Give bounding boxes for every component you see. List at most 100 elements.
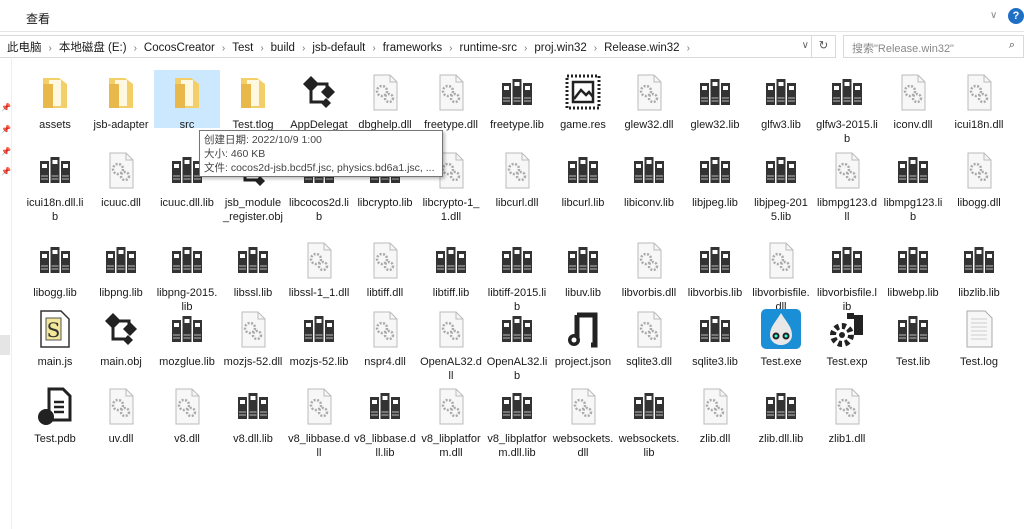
- file-item[interactable]: uv.dll: [90, 386, 152, 446]
- file-item[interactable]: src: [154, 70, 220, 132]
- navigation-pane[interactable]: 📌 📌 📌 📌: [0, 59, 12, 529]
- file-item[interactable]: mozglue.lib: [156, 309, 218, 369]
- breadcrumb-item[interactable]: jsb-default: [309, 42, 368, 54]
- file-name: glfw3.lib: [761, 119, 801, 131]
- breadcrumb-item[interactable]: CocosCreator: [141, 42, 218, 54]
- file-item[interactable]: libcurl.lib: [552, 150, 614, 210]
- file-item[interactable]: project.json: [552, 309, 614, 369]
- file-item[interactable]: game.res: [552, 72, 614, 132]
- file-item[interactable]: v8.dll.lib: [222, 386, 284, 446]
- breadcrumb-separator[interactable]: ›: [218, 43, 229, 54]
- file-item[interactable]: freetype.lib: [486, 72, 548, 132]
- file-item[interactable]: v8_libplatform.dll.lib: [486, 386, 548, 460]
- file-item[interactable]: libpng.lib: [90, 240, 152, 300]
- file-item[interactable]: icui18n.dll: [948, 72, 1010, 132]
- file-item[interactable]: zlib1.dll: [816, 386, 878, 446]
- file-item[interactable]: dbghelp.dll: [354, 72, 416, 132]
- breadcrumb-separator[interactable]: ›: [256, 43, 267, 54]
- file-item[interactable]: glew32.lib: [684, 72, 746, 132]
- breadcrumb-separator[interactable]: ›: [683, 43, 694, 54]
- file-item[interactable]: mozjs-52.lib: [288, 309, 350, 369]
- file-item[interactable]: icui18n.dll.lib: [24, 150, 86, 224]
- breadcrumb-separator[interactable]: ›: [45, 43, 56, 54]
- file-item[interactable]: v8_libbase.dll: [288, 386, 350, 460]
- refresh-button[interactable]: ↻: [811, 36, 835, 57]
- breadcrumb-item[interactable]: 此电脑: [4, 42, 45, 54]
- file-item[interactable]: libtiff-2015.lib: [486, 240, 548, 314]
- file-item[interactable]: libuv.lib: [552, 240, 614, 300]
- file-item[interactable]: libcurl.dll: [486, 150, 548, 210]
- file-item[interactable]: assets: [24, 72, 86, 132]
- breadcrumb-separator[interactable]: ›: [445, 43, 456, 54]
- breadcrumb-item[interactable]: 本地磁盘 (E:): [56, 42, 130, 54]
- file-item[interactable]: libssl.lib: [222, 240, 284, 300]
- file-item[interactable]: iconv.dll: [882, 72, 944, 132]
- breadcrumb-item[interactable]: Release.win32: [601, 42, 682, 54]
- file-item[interactable]: Test.lib: [882, 309, 944, 369]
- breadcrumb-item[interactable]: build: [268, 42, 298, 54]
- breadcrumb-separator[interactable]: ›: [298, 43, 309, 54]
- file-item[interactable]: Test.pdb: [24, 386, 86, 446]
- file-item[interactable]: zlib.dll.lib: [750, 386, 812, 446]
- file-item[interactable]: libvorbisfile.dll: [750, 240, 812, 314]
- file-item[interactable]: Test.log: [948, 309, 1010, 369]
- file-item[interactable]: libwebp.lib: [882, 240, 944, 300]
- file-item[interactable]: jsb-adapter: [90, 72, 152, 132]
- file-item[interactable]: libvorbisfile.lib: [816, 240, 878, 314]
- file-name: OpenAL32.lib: [486, 356, 548, 382]
- file-item[interactable]: websockets.dll: [552, 386, 614, 460]
- file-item[interactable]: libvorbis.dll: [618, 240, 680, 300]
- file-item[interactable]: sqlite3.dll: [618, 309, 680, 369]
- file-item[interactable]: Test.exp: [816, 309, 878, 369]
- file-item[interactable]: Smain.js: [24, 309, 86, 369]
- breadcrumb-separator[interactable]: ›: [368, 43, 379, 54]
- file-item[interactable]: libogg.dll: [948, 150, 1010, 210]
- address-bar[interactable]: 此电脑 › 本地磁盘 (E:) › CocosCreator › Test › build › js…: [0, 35, 836, 58]
- file-item[interactable]: OpenAL32.lib: [486, 309, 548, 383]
- file-item[interactable]: glfw3.lib: [750, 72, 812, 132]
- file-item[interactable]: icuuc.dll: [90, 150, 152, 210]
- help-icon[interactable]: ?: [1008, 8, 1024, 24]
- file-item[interactable]: glew32.dll: [618, 72, 680, 132]
- file-name: libcrypto.lib: [357, 197, 413, 209]
- file-item[interactable]: v8.dll: [156, 386, 218, 446]
- file-item[interactable]: nspr4.dll: [354, 309, 416, 369]
- breadcrumb-item[interactable]: runtime-src: [457, 42, 521, 54]
- file-item[interactable]: libvorbis.lib: [684, 240, 746, 300]
- file-item[interactable]: Test.tlog: [222, 72, 284, 132]
- file-item[interactable]: libjpeg-2015.lib: [750, 150, 812, 224]
- file-item[interactable]: libogg.lib: [24, 240, 86, 300]
- file-item[interactable]: libiconv.lib: [618, 150, 680, 210]
- file-item[interactable]: libtiff.dll: [354, 240, 416, 300]
- breadcrumb-item[interactable]: Test: [229, 42, 256, 54]
- breadcrumb-item[interactable]: frameworks: [380, 42, 445, 54]
- breadcrumb-separator[interactable]: ›: [130, 43, 141, 54]
- file-item[interactable]: libjpeg.lib: [684, 150, 746, 210]
- expand-ribbon-icon[interactable]: ∨: [990, 10, 997, 21]
- tab-view[interactable]: 查看: [26, 10, 50, 27]
- breadcrumb-item[interactable]: proj.win32: [531, 42, 589, 54]
- file-item[interactable]: glfw3-2015.lib: [816, 72, 878, 146]
- search-input[interactable]: 搜索"Release.win32" ⌕: [843, 35, 1024, 58]
- file-item[interactable]: v8_libplatform.dll: [420, 386, 482, 460]
- file-item[interactable]: freetype.dll: [420, 72, 482, 132]
- file-item[interactable]: main.obj: [90, 309, 152, 369]
- file-item[interactable]: zlib.dll: [684, 386, 746, 446]
- file-item[interactable]: libzlib.lib: [948, 240, 1010, 300]
- file-item[interactable]: mozjs-52.dll: [222, 309, 284, 369]
- search-icon[interactable]: ⌕: [1009, 39, 1015, 52]
- file-item[interactable]: v8_libbase.dll.lib: [354, 386, 416, 460]
- file-item[interactable]: libmpg123.lib: [882, 150, 944, 224]
- breadcrumb-separator[interactable]: ›: [520, 43, 531, 54]
- address-history-dropdown[interactable]: ∨: [802, 40, 809, 51]
- nav-selected-item[interactable]: [0, 335, 10, 355]
- file-item[interactable]: sqlite3.lib: [684, 309, 746, 369]
- file-item[interactable]: libtiff.lib: [420, 240, 482, 300]
- file-item[interactable]: libssl-1_1.dll: [288, 240, 350, 300]
- file-item[interactable]: libmpg123.dll: [816, 150, 878, 224]
- file-item[interactable]: OpenAL32.dll: [420, 309, 482, 383]
- file-item[interactable]: websockets.lib: [618, 386, 680, 460]
- breadcrumb-separator[interactable]: ›: [590, 43, 601, 54]
- file-item[interactable]: Test.exe: [750, 309, 812, 369]
- file-item[interactable]: libpng-2015.lib: [156, 240, 218, 314]
